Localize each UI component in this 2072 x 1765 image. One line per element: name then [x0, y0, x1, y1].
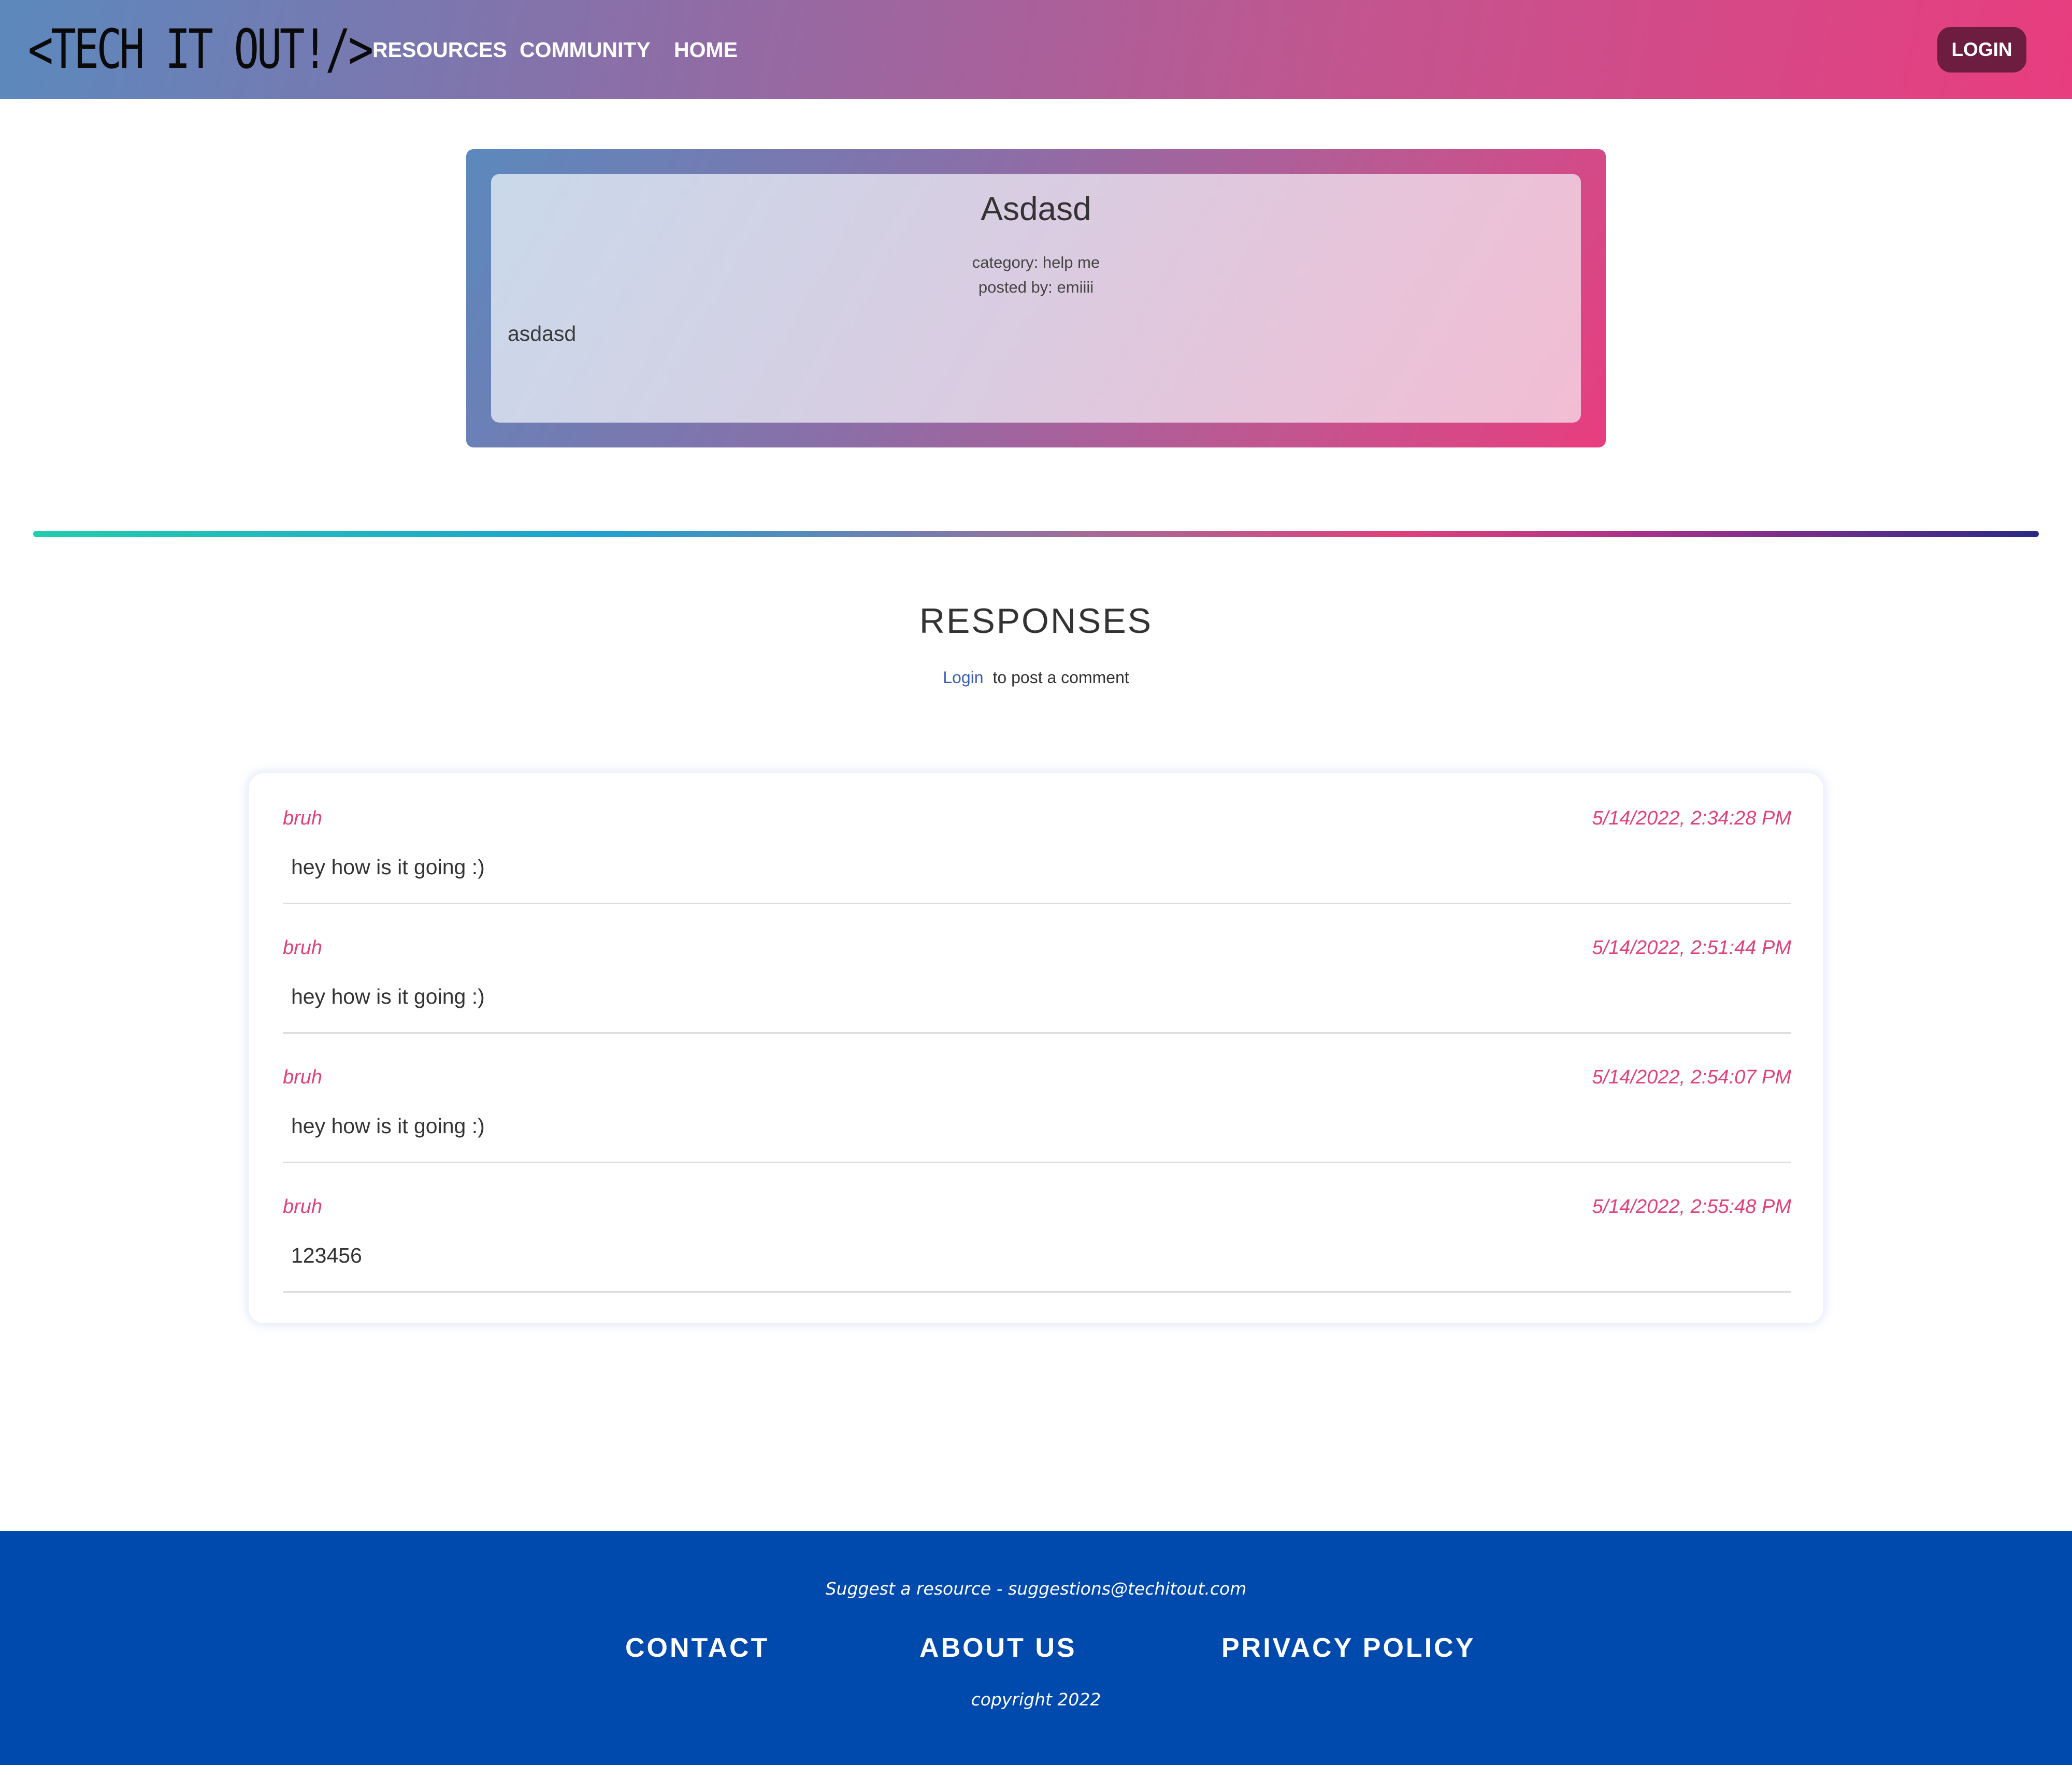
footer-link-about-us[interactable]: ABOUT US — [919, 1632, 1077, 1663]
login-hint-text: to post a comment — [992, 668, 1129, 687]
top-navbar: <TECH IT OUT!/> RESOURCES COMMUNITY HOME… — [0, 0, 2072, 99]
footer-link-contact[interactable]: CONTACT — [625, 1632, 769, 1663]
post-card: Asdasd category: help me posted by: emii… — [466, 149, 1606, 447]
login-link[interactable]: Login — [943, 668, 983, 687]
nav-link-community[interactable]: COMMUNITY — [520, 36, 651, 63]
responses-heading: RESPONSES — [919, 601, 1153, 641]
post-author: posted by: emiiii — [978, 278, 1094, 296]
comment-timestamp: 5/14/2022, 2:34:28 PM — [1592, 807, 1791, 829]
site-footer: Suggest a resource - suggestions@techito… — [0, 1531, 2072, 1765]
comment-text: hey how is it going :) — [291, 855, 485, 879]
nav-link-resources[interactable]: RESOURCES — [372, 36, 507, 63]
post-title: Asdasd — [981, 190, 1091, 227]
footer-suggest-text: Suggest a resource - suggestions@techito… — [825, 1579, 1247, 1599]
post-card-inner: Asdasd category: help me posted by: emii… — [491, 174, 1581, 423]
comment-author: bruh — [283, 937, 323, 959]
post-body: asdasd — [508, 322, 577, 345]
footer-copyright: copyright 2022 — [971, 1689, 1101, 1710]
comment-text: hey how is it going :) — [291, 1114, 485, 1138]
comment-author: bruh — [283, 1066, 323, 1088]
comment-text: hey how is it going :) — [291, 985, 485, 1008]
nav-link-home[interactable]: HOME — [674, 36, 738, 63]
login-button[interactable]: LOGIN — [1937, 27, 2026, 73]
responses-list: bruh 5/14/2022, 2:34:28 PM hey how is it… — [249, 773, 1823, 1323]
comment-item: bruh 5/14/2022, 2:34:28 PM hey how is it… — [283, 773, 1791, 904]
comment-timestamp: 5/14/2022, 2:54:07 PM — [1592, 1066, 1791, 1088]
post-category: category: help me — [972, 253, 1100, 271]
comment-item: bruh 5/14/2022, 2:55:48 PM 123456 — [283, 1162, 1791, 1293]
comment-author: bruh — [283, 1196, 323, 1218]
footer-link-privacy-policy[interactable]: PRIVACY POLICY — [1221, 1632, 1475, 1663]
login-hint: Login to post a comment — [0, 668, 2072, 687]
comment-timestamp: 5/14/2022, 2:55:48 PM — [1592, 1196, 1791, 1218]
gradient-divider — [33, 531, 2039, 537]
comment-timestamp: 5/14/2022, 2:51:44 PM — [1592, 937, 1791, 959]
comment-item: bruh 5/14/2022, 2:54:07 PM hey how is it… — [283, 1032, 1791, 1163]
site-logo[interactable]: <TECH IT OUT!/> — [28, 16, 373, 83]
comment-author: bruh — [283, 807, 323, 829]
comment-text: 123456 — [291, 1243, 362, 1267]
comment-item: bruh 5/14/2022, 2:51:44 PM hey how is it… — [283, 903, 1791, 1034]
